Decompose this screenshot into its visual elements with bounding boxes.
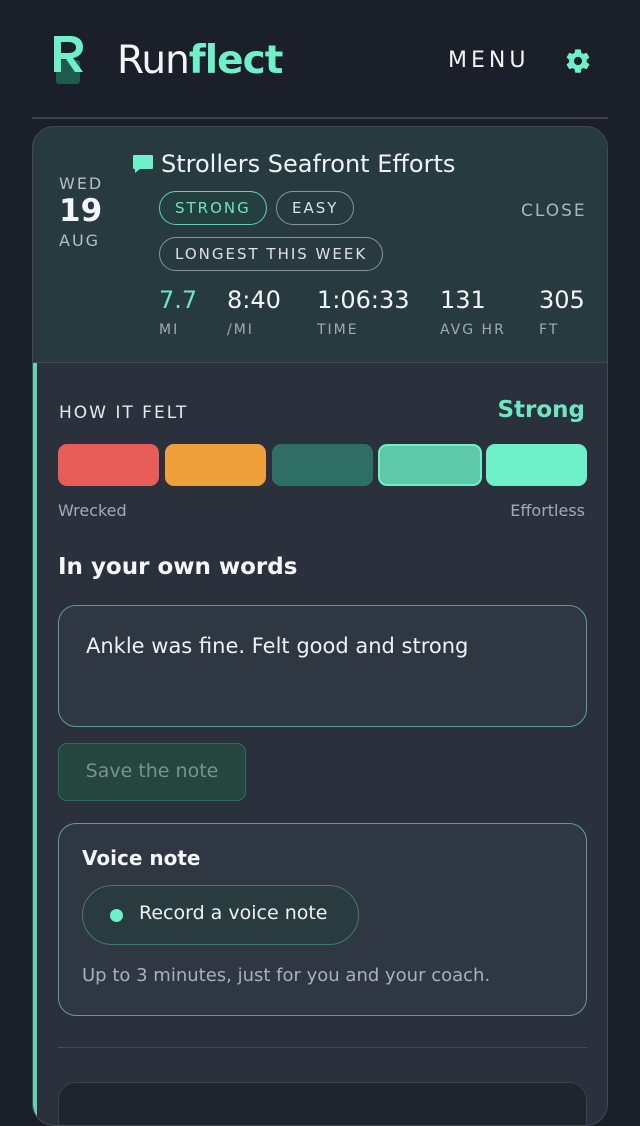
stat-heart-rate-label: AVG HR: [440, 322, 506, 338]
voice-note-panel: Voice note Record a voice note Up to 3 m…: [58, 823, 587, 1016]
effort-option-3[interactable]: [272, 444, 373, 486]
voice-note-title: Voice note: [82, 846, 201, 870]
how-it-felt-label: HOW IT FELT: [59, 403, 189, 423]
save-note-button[interactable]: Save the note: [58, 743, 246, 801]
stat-time-label: TIME: [317, 322, 359, 338]
stat-pace-value: 8:40: [227, 286, 281, 314]
brand-text-flect: flect: [188, 38, 284, 83]
tag-longest-this-week[interactable]: LONGEST THIS WEEK: [159, 237, 384, 271]
stat-pace-label: /MI: [227, 322, 254, 338]
stat-heart-rate-value: 131: [440, 286, 486, 314]
section-divider: [58, 1047, 587, 1048]
tag-strong[interactable]: STRONG: [159, 191, 267, 225]
header-divider: [32, 117, 608, 119]
stat-elevation-label: FT: [539, 322, 560, 338]
effort-scale: [58, 444, 587, 486]
effort-option-2[interactable]: [165, 444, 266, 486]
record-voice-note-button[interactable]: Record a voice note: [82, 885, 359, 945]
run-day-of-week: WED: [59, 174, 104, 193]
tag-easy[interactable]: EASY: [276, 191, 355, 225]
effort-option-1[interactable]: [58, 444, 159, 486]
run-title[interactable]: Strollers Seafront Efforts: [161, 149, 455, 179]
brand-logo-text[interactable]: Runflect: [117, 38, 284, 84]
logo-icon: [54, 36, 83, 84]
gear-icon[interactable]: [564, 47, 592, 75]
stat-distance-value: 7.7: [159, 286, 198, 314]
brand-text-run: Run: [117, 38, 190, 83]
run-day-number: 19: [59, 193, 103, 229]
app-header: Runflect MENU: [0, 0, 640, 118]
record-voice-note-label: Record a voice note: [139, 902, 328, 924]
stat-time-value: 1:06:33: [317, 286, 410, 314]
notes-section-title: In your own words: [58, 554, 298, 580]
effort-option-5[interactable]: [486, 444, 587, 486]
menu-button[interactable]: MENU: [448, 47, 529, 75]
voice-note-hint: Up to 3 minutes, just for you and your c…: [82, 965, 491, 986]
effort-scale-min-label: Wrecked: [58, 501, 127, 520]
next-section-card: [58, 1082, 587, 1125]
record-dot-icon: [110, 909, 123, 922]
run-summary: WED 19 AUG Strollers Seafront Efforts ST…: [33, 127, 607, 363]
stat-elevation-value: 305: [539, 286, 585, 314]
close-button[interactable]: CLOSE: [521, 201, 587, 221]
note-textarea[interactable]: Ankle was fine. Felt good and strong: [58, 605, 587, 727]
run-detail-card: WED 19 AUG Strollers Seafront Efforts ST…: [32, 126, 608, 1126]
how-it-felt-value: Strong: [497, 397, 585, 423]
stat-distance-label: MI: [159, 322, 180, 338]
effort-scale-max-label: Effortless: [510, 501, 585, 520]
comment-icon: [133, 155, 153, 173]
run-month: AUG: [59, 231, 101, 250]
effort-option-4[interactable]: [378, 444, 482, 486]
